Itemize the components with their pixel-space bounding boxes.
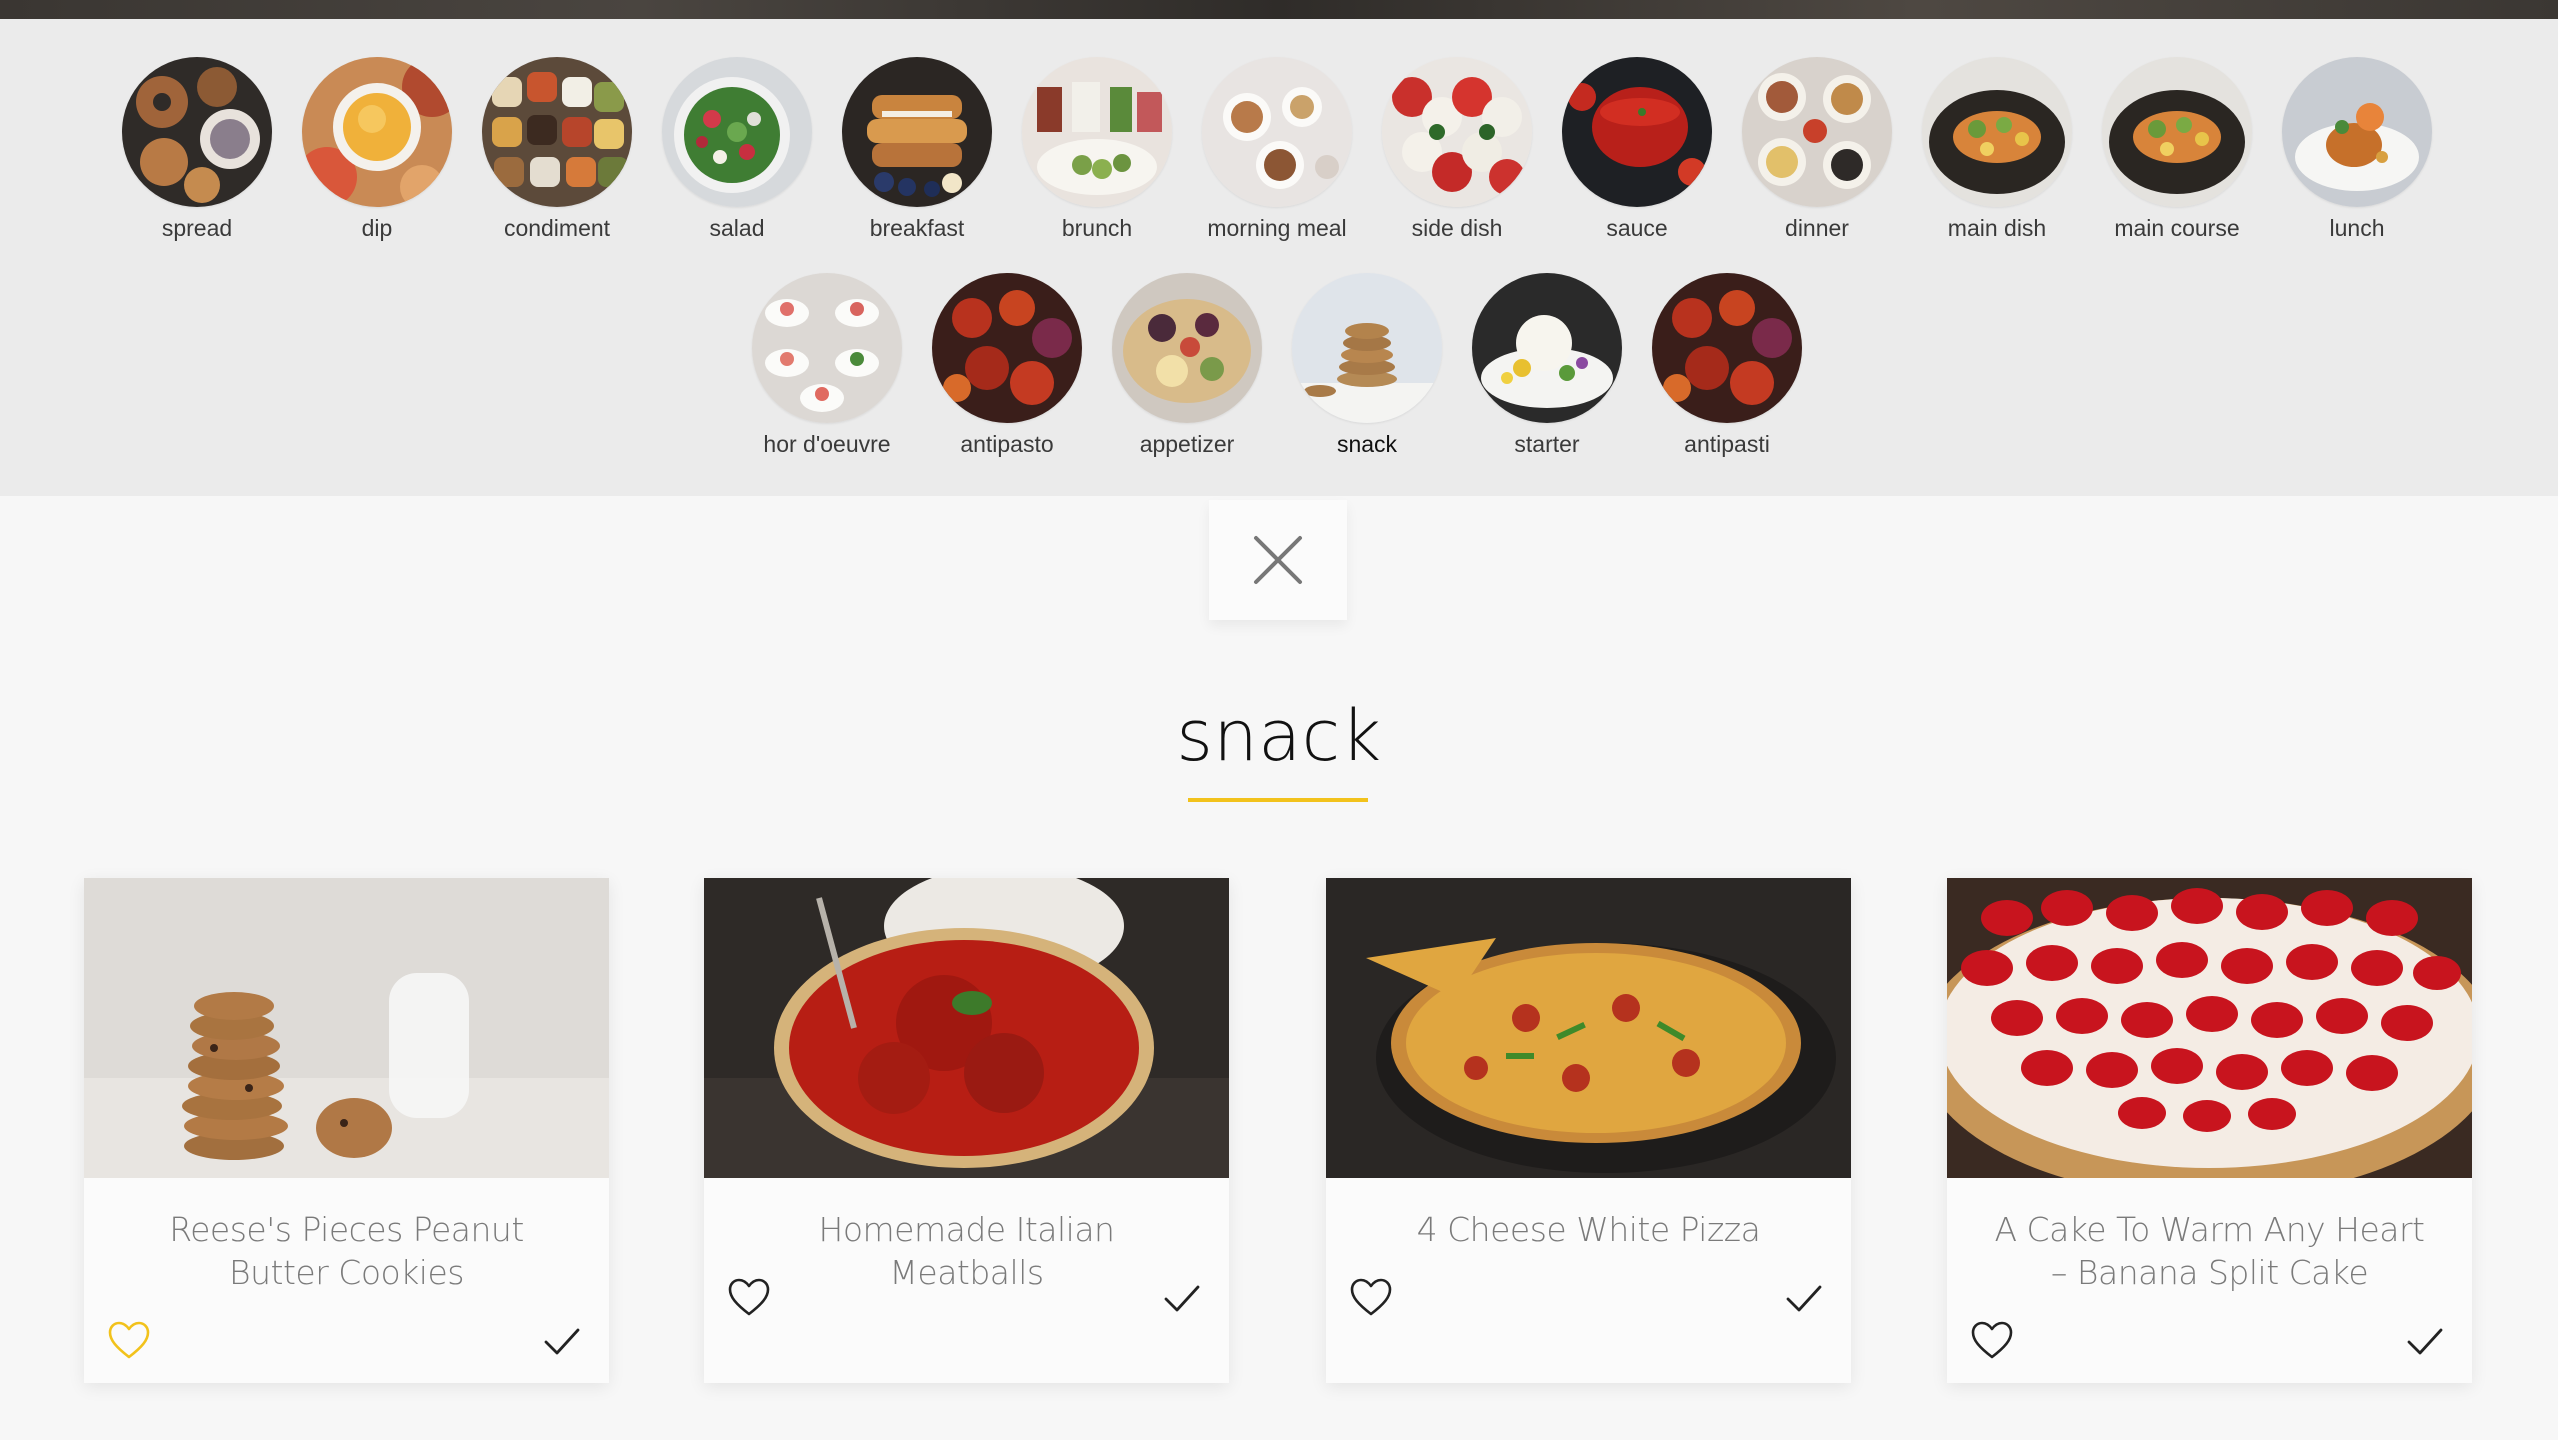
recipe-card[interactable]: Homemade Italian Meatballs [704,878,1229,1383]
category-lunch[interactable]: lunch [2267,57,2447,242]
title-underline [1188,798,1368,802]
category-condiment[interactable]: condiment [467,57,647,242]
category-label: antipasti [1684,431,1770,457]
category-appetizer[interactable]: appetizer [1097,273,1277,458]
condiment-photo [482,57,632,207]
category-label: sauce [1606,215,1668,241]
category-label: main course [2114,215,2240,241]
spread-photo [122,57,272,207]
category-starter[interactable]: starter [1457,273,1637,458]
category-morning-meal[interactable]: morning meal [1187,57,1367,242]
card-actions [704,1275,1229,1325]
category-label: snack [1336,431,1398,457]
main-course-photo [2102,57,2252,207]
morning-meal-photo [1202,57,1352,207]
card-actions [84,1318,609,1368]
pizza-photo [1326,878,1851,1178]
dip-photo [302,57,452,207]
category-label: appetizer [1139,431,1235,457]
category-label: main dish [1947,215,2047,241]
mark-cooked-button[interactable] [2402,1318,2448,1364]
category-label: condiment [503,215,611,241]
salad-photo [662,57,812,207]
check-icon [1164,1285,1200,1312]
hero-image-strip [0,0,2558,19]
close-icon [1254,536,1302,584]
category-antipasti[interactable]: antipasti [1637,273,1817,458]
category-label: hor d'oeuvre [763,431,891,457]
hor-doeuvre-photo [752,273,902,423]
check-icon [2407,1328,2443,1355]
category-label: spread [161,215,233,241]
recipe-title[interactable]: Reese's Pieces Peanut Butter Cookies [84,1178,609,1294]
mark-cooked-button[interactable] [1159,1275,1205,1321]
favorite-button[interactable] [726,1275,772,1321]
heart-icon [1350,1278,1392,1316]
cookies-photo [84,878,609,1178]
category-label: starter [1514,431,1580,457]
category-label: breakfast [869,215,965,241]
heart-icon [1971,1321,2013,1359]
recipe-title[interactable]: 4 Cheese White Pizza [1326,1178,1851,1251]
lunch-photo [2282,57,2432,207]
appetizer-photo [1112,273,1262,423]
mark-cooked-button[interactable] [1781,1275,1827,1321]
close-button[interactable] [1209,500,1347,620]
strawberry-cake-photo [1947,878,2472,1178]
category-label: salad [709,215,765,241]
category-spread[interactable]: spread [107,57,287,242]
section-title: snack [1176,695,1382,777]
category-main-course[interactable]: main course [2087,57,2267,242]
category-label: dip [361,215,393,241]
category-side-dish[interactable]: side dish [1367,57,1547,242]
check-icon [544,1328,580,1355]
recipe-card[interactable]: Reese's Pieces Peanut Butter Cookies [84,878,609,1383]
antipasto-photo [932,273,1082,423]
category-label: lunch [2329,215,2385,241]
category-label: brunch [1061,215,1133,241]
side-dish-photo [1382,57,1532,207]
category-antipasto[interactable]: antipasto [917,273,1097,458]
category-sauce[interactable]: sauce [1547,57,1727,242]
starter-photo [1472,273,1622,423]
antipasti-photo [1652,273,1802,423]
sauce-photo [1562,57,1712,207]
heart-icon [108,1321,150,1359]
mark-cooked-button[interactable] [539,1318,585,1364]
dinner-photo [1742,57,1892,207]
meatballs-photo [704,878,1229,1178]
check-icon [1786,1285,1822,1312]
category-salad[interactable]: salad [647,57,827,242]
snack-photo [1292,273,1442,423]
category-hor-doeuvre[interactable]: hor d'oeuvre [737,273,917,458]
category-label: morning meal [1207,215,1347,241]
heart-icon [728,1278,770,1316]
category-row-2: hor d'oeuvre antipasto appetizer snack s… [0,273,2558,473]
card-actions [1947,1318,2472,1368]
recipe-title[interactable]: A Cake To Warm Any Heart – Banana Split … [1947,1178,2472,1294]
recipe-card[interactable]: A Cake To Warm Any Heart – Banana Split … [1947,878,2472,1383]
recipe-card[interactable]: 4 Cheese White Pizza [1326,878,1851,1383]
favorite-button[interactable] [1348,1275,1394,1321]
category-label: antipasto [960,431,1054,457]
category-label: side dish [1411,215,1503,241]
card-actions [1326,1275,1851,1325]
category-dip[interactable]: dip [287,57,467,242]
breakfast-photo [842,57,992,207]
favorite-button[interactable] [106,1318,152,1364]
category-main-dish[interactable]: main dish [1907,57,2087,242]
category-breakfast[interactable]: breakfast [827,57,1007,242]
category-row-1: spread dip condiment salad breakfast bru… [0,57,2558,257]
favorite-button[interactable] [1969,1318,2015,1364]
main-dish-photo [1922,57,2072,207]
brunch-photo [1022,57,1172,207]
category-label: dinner [1785,215,1849,241]
category-snack[interactable]: snack [1277,273,1457,458]
category-dinner[interactable]: dinner [1727,57,1907,242]
category-band: spread dip condiment salad breakfast bru… [0,19,2558,496]
category-brunch[interactable]: brunch [1007,57,1187,242]
